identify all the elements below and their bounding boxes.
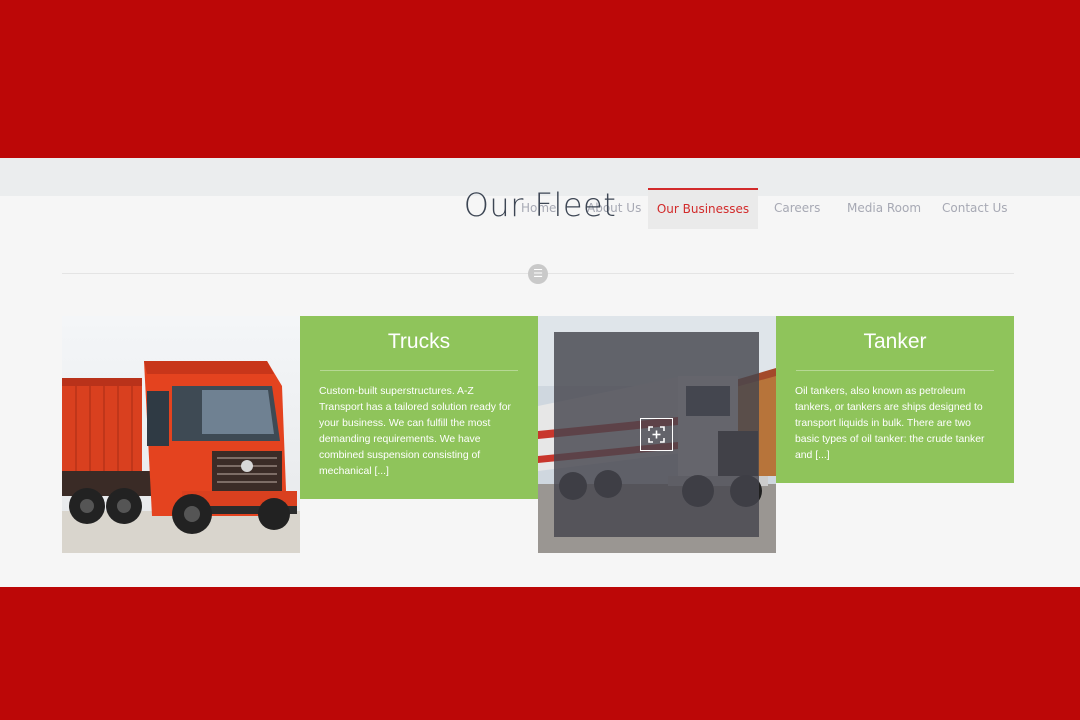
fleet-card-trucks: Trucks Custom-built superstructures. A-Z… [300,316,538,499]
fleet-card-tanker: Tanker Oil tankers, also known as petrol… [776,316,1014,483]
bottom-banner [0,587,1080,720]
page-title: Our Fleet [463,186,617,224]
nav-careers[interactable]: Careers [774,188,820,228]
red-truck-image[interactable] [62,316,300,553]
menu-icon: ☰ [528,264,548,284]
card-title[interactable]: Trucks [300,316,538,364]
nav-our-businesses[interactable]: Our Businesses [648,188,758,229]
card-description: Oil tankers, also known as petroleum tan… [795,386,985,461]
website-section: Home About Us Our Businesses Careers Med… [0,158,1080,587]
nav-media-room[interactable]: Media Room [847,188,921,228]
nav-contact-us[interactable]: Contact Us [942,188,1008,228]
card-title[interactable]: Tanker [776,316,1014,364]
image-hover-overlay [554,332,759,537]
card-description: Custom-built superstructures. A-Z Transp… [319,386,511,477]
top-banner [0,0,1080,158]
expand-icon[interactable] [640,418,673,451]
tanker-truck-image[interactable] [538,316,776,553]
